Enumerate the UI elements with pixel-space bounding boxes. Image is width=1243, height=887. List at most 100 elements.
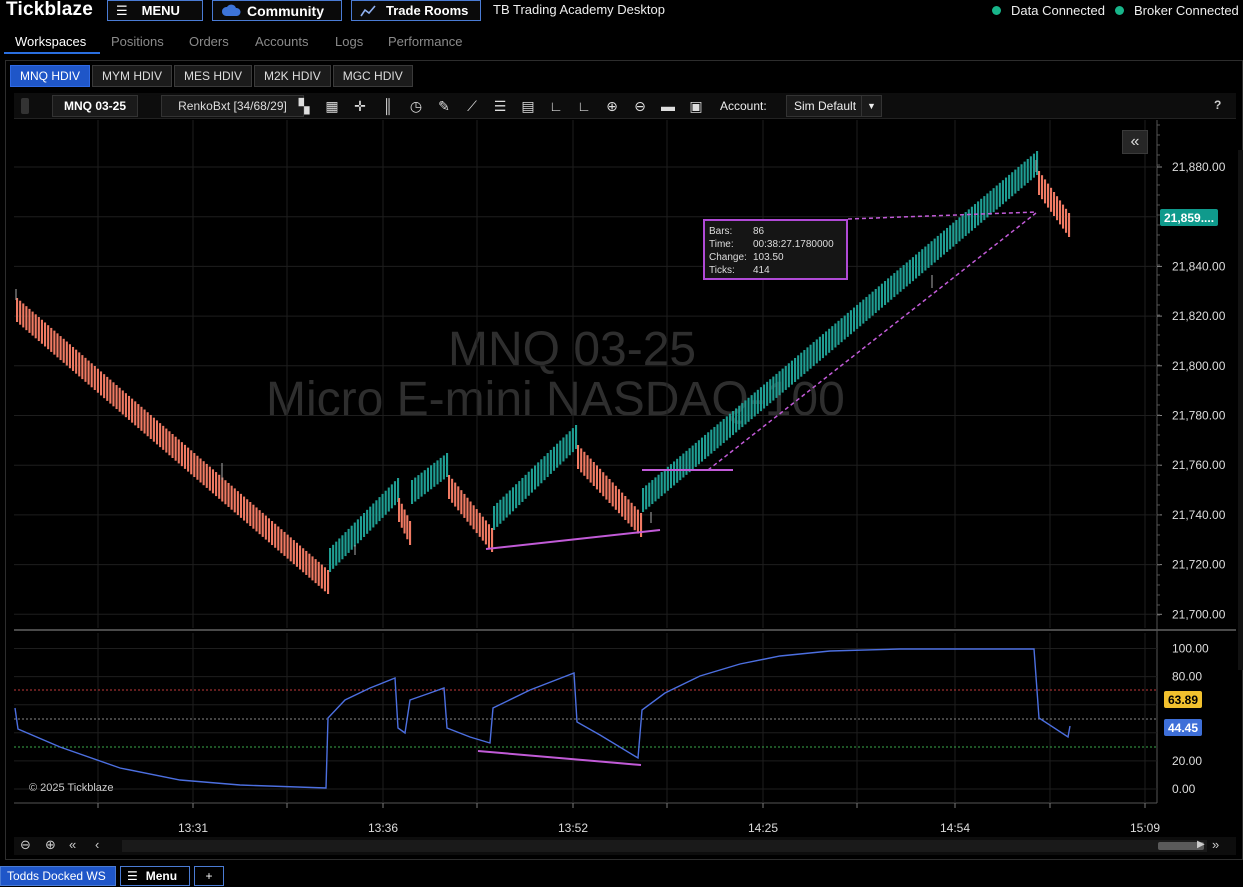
renko-bar xyxy=(511,487,515,512)
renko-bar xyxy=(112,382,115,407)
workspace-tab[interactable]: Todds Docked WS xyxy=(0,866,116,886)
renko-bar xyxy=(893,273,896,298)
renko-bar xyxy=(980,198,983,223)
renko-bar xyxy=(420,472,423,497)
renko-bar xyxy=(289,537,292,562)
renko-bar xyxy=(918,251,921,276)
scroll-right-icon[interactable]: ▶ xyxy=(1197,839,1205,850)
renko-bar xyxy=(496,502,499,527)
renko-bar xyxy=(499,499,502,524)
renko-bar xyxy=(271,521,274,546)
renko-bar xyxy=(933,238,936,263)
renko-bar xyxy=(34,314,37,339)
renko-bar xyxy=(586,455,589,480)
renko-bar xyxy=(821,334,825,359)
tooltip-row: Bars: 86 xyxy=(709,226,765,237)
renko-bar xyxy=(716,424,719,449)
renko-bar xyxy=(308,553,311,578)
renko-bar xyxy=(939,233,942,258)
renko-bar xyxy=(633,506,636,531)
renko-bar xyxy=(31,311,34,336)
renko-bar xyxy=(787,363,790,388)
renko-bar xyxy=(143,409,146,434)
renko-bar xyxy=(840,318,843,343)
scroll-left-icon[interactable]: ‹ xyxy=(95,837,99,852)
renko-bar xyxy=(159,423,162,448)
renko-bar xyxy=(451,478,454,503)
renko-bar xyxy=(862,299,865,324)
renko-bar xyxy=(180,442,183,467)
renko-bar xyxy=(744,400,747,425)
renko-bar xyxy=(673,461,676,486)
renko-bar xyxy=(890,275,893,300)
renko-bar xyxy=(292,540,295,565)
renko-bar xyxy=(457,486,460,511)
renko-bar xyxy=(640,513,643,537)
renko-bar xyxy=(905,262,908,287)
renko-bar xyxy=(636,509,639,534)
renko-bar xyxy=(583,451,586,476)
renko-bar xyxy=(261,512,264,537)
price-tick-label: 21,820.00 xyxy=(1172,309,1226,323)
renko-bar xyxy=(487,524,491,549)
renko-bar xyxy=(59,336,62,361)
renko-bar xyxy=(784,365,787,390)
renko-bar xyxy=(233,488,236,513)
renko-bar xyxy=(16,298,19,322)
collapse-panel-icon[interactable]: « xyxy=(1122,130,1148,154)
renko-bar xyxy=(448,475,451,499)
renko-bar xyxy=(766,381,769,406)
renko-bar xyxy=(390,484,393,509)
time-tick-label: 13:31 xyxy=(178,821,208,835)
renko-bar xyxy=(96,368,99,393)
scroll-end-icon[interactable]: » xyxy=(1212,837,1219,852)
renko-bar xyxy=(1014,169,1017,194)
zoom-in-icon[interactable]: ⊕ xyxy=(45,837,56,853)
price-tick-label: 21,800.00 xyxy=(1172,359,1226,373)
renko-bar xyxy=(1017,166,1020,191)
renko-bar xyxy=(50,327,53,352)
renko-bar xyxy=(691,445,694,470)
renko-bar xyxy=(53,330,56,355)
renko-bar xyxy=(502,496,505,521)
renko-bar xyxy=(809,344,812,369)
renko-bar xyxy=(469,501,472,526)
price-tick-label: 21,740.00 xyxy=(1172,508,1226,522)
renko-bar xyxy=(648,482,651,507)
renko-bar xyxy=(68,344,71,369)
renko-bar xyxy=(22,303,25,328)
time-tick-label: 14:54 xyxy=(940,821,970,835)
renko-bar xyxy=(168,431,171,456)
renko-bar xyxy=(896,270,899,295)
renko-bar xyxy=(183,444,187,469)
zoom-out-icon[interactable]: ⊖ xyxy=(20,837,31,853)
renko-bar xyxy=(837,320,840,345)
footer-menu-button[interactable]: ☰ Menu xyxy=(120,866,190,886)
price-chart[interactable]: 21,880.00 21,840.00 21,820.00 21,800.00 21,7… xyxy=(0,0,1243,887)
renko-bar xyxy=(515,484,518,509)
renko-bar xyxy=(518,481,521,506)
scroll-start-icon[interactable]: « xyxy=(69,837,76,852)
renko-bar xyxy=(725,416,728,441)
renko-bar xyxy=(224,480,227,505)
renko-bar xyxy=(843,315,846,340)
renko-bar xyxy=(302,548,305,573)
renko-bar xyxy=(527,471,530,496)
horizontal-scrollbar[interactable] xyxy=(122,840,1207,852)
add-workspace-button[interactable]: + xyxy=(194,866,224,886)
renko-bar xyxy=(849,310,852,335)
renko-bar xyxy=(252,504,255,529)
renko-bar xyxy=(246,499,249,524)
renko-bar xyxy=(540,459,543,484)
renko-bar xyxy=(19,300,22,325)
renko-bar xyxy=(299,545,302,570)
renko-bar xyxy=(902,265,905,290)
chart-bottom-tools: ⊖ ⊕ « ‹ ▶ » xyxy=(14,837,1236,855)
renko-bar xyxy=(521,477,524,502)
renko-bar xyxy=(883,281,887,306)
renko-bar xyxy=(973,204,977,229)
time-tick-label: 15:09 xyxy=(1130,821,1160,835)
renko-bar xyxy=(865,296,868,321)
renko-bar xyxy=(78,352,81,377)
renko-bar xyxy=(369,506,372,531)
